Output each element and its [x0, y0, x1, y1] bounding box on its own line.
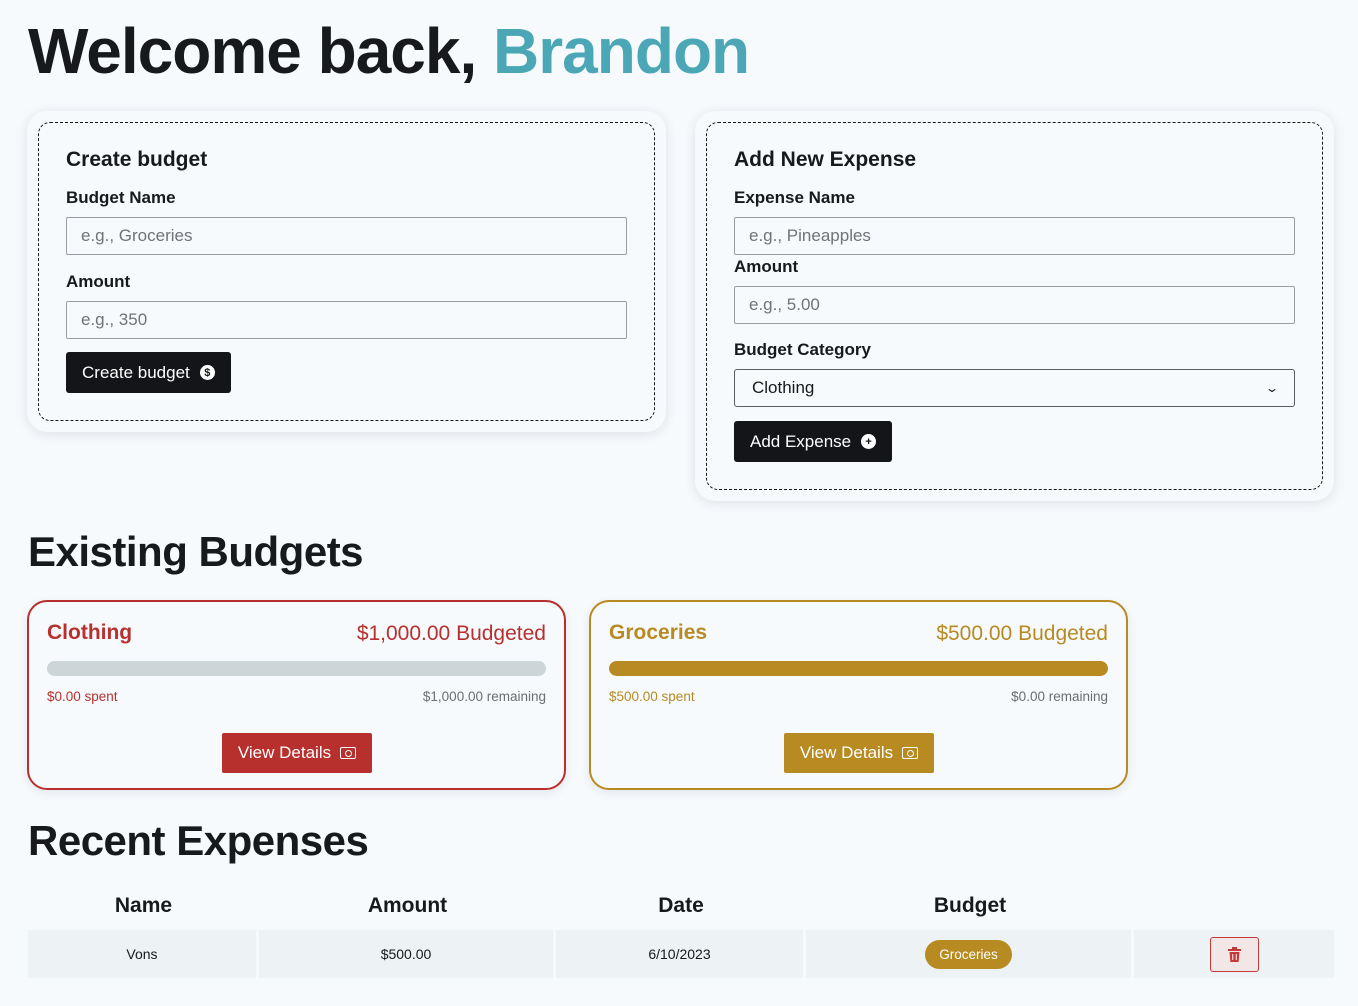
budget-amount-input[interactable] — [66, 301, 627, 339]
view-details-label: View Details — [799, 743, 894, 762]
money-icon — [902, 747, 919, 759]
table-row: Vons $500.00 6/10/2023 Groceries — [28, 930, 1334, 978]
create-budget-card: Create budget Budget Name Amount Create … — [27, 111, 666, 432]
column-header-budget: Budget — [933, 894, 1007, 917]
budget-category-select[interactable]: Clothing ⌄ — [734, 369, 1295, 407]
username: Brandon — [493, 15, 750, 87]
column-header-amount: Amount — [367, 894, 448, 917]
add-expense-button[interactable]: Add Expense + — [734, 421, 893, 462]
expense-budget-cell: Groceries — [806, 930, 1134, 978]
budget-card-groceries: Groceries $500.00 Budgeted $500.00 spent… — [589, 600, 1128, 790]
budget-progress-bar — [609, 661, 1108, 676]
budget-name: Clothing — [47, 621, 133, 644]
page-title: Welcome back, Brandon — [28, 14, 750, 88]
expense-date: 6/10/2023 — [556, 930, 806, 978]
expense-actions-cell — [1134, 930, 1334, 978]
delete-expense-button[interactable] — [1209, 936, 1259, 972]
budget-remaining: $1,000.00 remaining — [422, 689, 546, 704]
budget-progress-bar — [47, 661, 546, 676]
budget-amount-label: Amount — [66, 272, 131, 291]
trash-icon — [1227, 946, 1241, 962]
existing-budgets-heading: Existing Budgets — [28, 528, 364, 575]
expenses-table: Name Amount Date Budget Vons $500.00 6/1… — [28, 882, 1334, 978]
budget-amount: $500.00 Budgeted — [936, 622, 1108, 645]
view-details-label: View Details — [237, 743, 332, 762]
create-budget-form: Create budget Budget Name Amount Create … — [38, 122, 655, 421]
budget-name: Groceries — [609, 621, 708, 644]
expense-name: Vons — [28, 930, 259, 978]
create-budget-button[interactable]: Create budget $ — [66, 352, 231, 393]
budget-card-clothing: Clothing $1,000.00 Budgeted $0.00 spent … — [27, 600, 566, 790]
money-icon — [340, 747, 357, 759]
view-details-button[interactable]: View Details — [784, 733, 934, 773]
budget-progress-fill — [609, 661, 1108, 676]
budget-name-input[interactable] — [66, 217, 627, 255]
add-expense-form: Add New Expense Expense Name Amount Budg… — [706, 122, 1323, 490]
plus-circle-icon: + — [861, 434, 877, 449]
expense-amount-input[interactable] — [734, 286, 1295, 324]
create-budget-button-label: Create budget — [82, 362, 190, 382]
budget-category-value: Clothing — [752, 378, 815, 397]
column-header-name: Name — [114, 894, 173, 917]
view-details-button[interactable]: View Details — [222, 733, 372, 773]
column-header-date: Date — [658, 894, 704, 917]
recent-expenses-heading: Recent Expenses — [28, 817, 369, 864]
budget-spent: $0.00 spent — [47, 689, 118, 704]
budget-category-label: Budget Category — [734, 340, 871, 359]
add-expense-card: Add New Expense Expense Name Amount Budg… — [695, 111, 1334, 501]
chevron-down-icon: ⌄ — [1264, 381, 1280, 395]
expense-amount: $500.00 — [259, 930, 556, 978]
expense-amount-label: Amount — [734, 257, 799, 276]
expense-name-label: Expense Name — [734, 188, 855, 207]
budget-spent: $500.00 spent — [609, 689, 695, 704]
budget-name-label: Budget Name — [66, 188, 176, 207]
budget-remaining: $0.00 remaining — [1011, 689, 1108, 704]
add-expense-title: Add New Expense — [734, 148, 917, 171]
table-header: Name Amount Date Budget — [28, 882, 1334, 930]
greeting-prefix: Welcome back, — [28, 15, 477, 87]
budget-link-pill[interactable]: Groceries — [925, 939, 1012, 969]
expense-name-input[interactable] — [734, 217, 1295, 255]
create-budget-title: Create budget — [66, 148, 208, 171]
add-expense-button-label: Add Expense — [750, 431, 852, 451]
dollar-circle-icon: $ — [199, 365, 215, 380]
budget-amount: $1,000.00 Budgeted — [356, 622, 546, 645]
